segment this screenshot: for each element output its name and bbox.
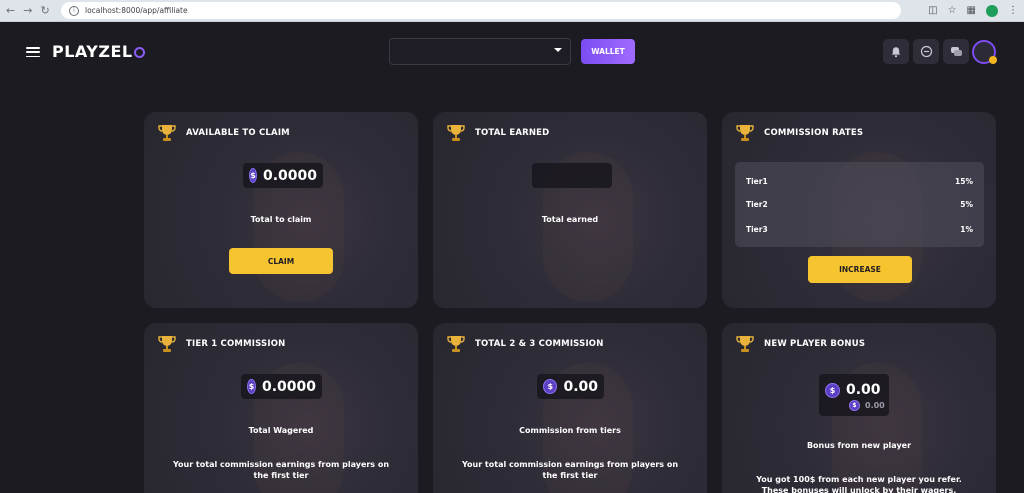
earned-caption: Total earned bbox=[541, 215, 599, 224]
app-header: PLAYZEL WALLET bbox=[0, 22, 1024, 82]
trophy-icon bbox=[447, 125, 465, 141]
rate-label: Tier1 bbox=[746, 177, 768, 186]
trophy-icon bbox=[158, 336, 176, 352]
coin-icon: $ bbox=[247, 379, 256, 394]
card-title: TIER 1 COMMISSION bbox=[186, 339, 286, 349]
bonus-amount-box: $ 0.00 $ 0.00 bbox=[819, 374, 889, 416]
card-title: COMMISSION RATES bbox=[764, 128, 864, 138]
coin-icon: $ bbox=[543, 379, 558, 394]
available-to-claim-card: AVAILABLE TO CLAIM $ 0.0000 Total to cla… bbox=[144, 112, 418, 308]
bonus-description: You got 100$ from each new player you re… bbox=[756, 475, 962, 493]
tier23-commission-card: TOTAL 2 & 3 COMMISSION $ 0.00 Commission… bbox=[433, 323, 707, 493]
tier23-description: Your total commission earnings from play… bbox=[461, 460, 679, 480]
chat-bubble-icon bbox=[920, 45, 932, 58]
tier1-amount-box: $ 0.0000 bbox=[241, 374, 322, 399]
bell-icon bbox=[891, 46, 901, 57]
back-arrow-icon[interactable]: ← bbox=[6, 4, 15, 17]
card-title: TOTAL EARNED bbox=[475, 128, 550, 138]
avatar[interactable] bbox=[972, 40, 997, 64]
bonus-main-amount: $ 0.00 bbox=[825, 382, 881, 398]
tier1-amount: 0.0000 bbox=[261, 378, 316, 395]
translate-icon[interactable]: ◫ bbox=[928, 5, 937, 16]
menu-dots-icon[interactable]: ⋮ bbox=[1008, 5, 1018, 16]
earned-amount-box bbox=[532, 163, 612, 188]
profile-icon[interactable] bbox=[986, 4, 998, 17]
trophy-icon bbox=[447, 336, 465, 352]
currency-select[interactable] bbox=[389, 38, 571, 65]
brand-logo[interactable]: PLAYZEL bbox=[52, 42, 145, 61]
reload-icon[interactable]: ↻ bbox=[40, 4, 49, 17]
star-icon[interactable]: ☆ bbox=[948, 5, 957, 16]
browser-toolbar: ◫ ☆ ▦ ⋮ bbox=[928, 4, 1018, 17]
brand-logo-text: PLAYZEL bbox=[52, 42, 133, 61]
tier23-amount-box: $ 0.00 bbox=[537, 374, 604, 399]
commission-rates-card: COMMISSION RATES Tier1 15% Tier2 5% Tier… bbox=[722, 112, 996, 308]
messages-icon bbox=[950, 47, 962, 56]
rate-row-tier1: Tier1 15% bbox=[746, 177, 973, 186]
bonus-locked-amount: 0.00 bbox=[865, 401, 885, 410]
forward-arrow-icon[interactable]: → bbox=[23, 4, 32, 17]
claim-amount-box: $ 0.0000 bbox=[243, 163, 323, 188]
coin-icon: $ bbox=[249, 168, 257, 183]
bonus-caption: Bonus from new player bbox=[806, 441, 912, 450]
site-info-icon[interactable]: i bbox=[69, 5, 79, 16]
commission-rates-table: Tier1 15% Tier2 5% Tier3 1% bbox=[735, 162, 984, 247]
rate-value: 5% bbox=[960, 200, 973, 209]
browser-chrome: ← → ↻ i localhost:8000/app/affiliate ◫ ☆… bbox=[0, 0, 1024, 22]
rate-label: Tier2 bbox=[746, 200, 768, 209]
logo-mark-icon bbox=[133, 47, 145, 58]
claim-amount: 0.0000 bbox=[262, 167, 317, 184]
browser-nav: ← → ↻ bbox=[6, 4, 61, 17]
address-bar-url: localhost:8000/app/affiliate bbox=[85, 6, 188, 15]
messages-button[interactable] bbox=[943, 39, 969, 64]
rate-label: Tier3 bbox=[746, 225, 768, 234]
card-title: TOTAL 2 & 3 COMMISSION bbox=[475, 339, 604, 349]
total-earned-card: TOTAL EARNED Total earned bbox=[433, 112, 707, 308]
tier1-commission-card: TIER 1 COMMISSION $ 0.0000 Total Wagered… bbox=[144, 323, 418, 493]
coin-icon: $ bbox=[825, 382, 840, 398]
rate-value: 15% bbox=[955, 177, 973, 186]
claim-caption: Total to claim bbox=[250, 215, 312, 224]
hamburger-menu-icon[interactable] bbox=[26, 47, 40, 57]
card-title: NEW PLAYER BONUS bbox=[764, 339, 866, 349]
rate-row-tier3: Tier3 1% bbox=[746, 225, 973, 234]
new-player-bonus-card: NEW PLAYER BONUS $ 0.00 $ 0.00 Bonus fro… bbox=[722, 323, 996, 493]
increase-button[interactable]: INCREASE bbox=[808, 256, 912, 283]
chat-button[interactable] bbox=[913, 39, 939, 64]
bonus-amount: 0.00 bbox=[846, 382, 881, 398]
avatar-badge bbox=[989, 56, 997, 64]
rate-row-tier2: Tier2 5% bbox=[746, 200, 973, 209]
extensions-icon[interactable]: ▦ bbox=[967, 5, 976, 16]
rate-value: 1% bbox=[960, 225, 973, 234]
address-bar[interactable]: i localhost:8000/app/affiliate bbox=[61, 2, 901, 19]
wallet-button[interactable]: WALLET bbox=[581, 39, 635, 64]
claim-button[interactable]: CLAIM bbox=[229, 248, 333, 274]
coin-icon: $ bbox=[849, 400, 860, 411]
card-title: AVAILABLE TO CLAIM bbox=[186, 128, 290, 138]
notifications-button[interactable] bbox=[883, 39, 909, 64]
bonus-sub-amount: $ 0.00 bbox=[825, 400, 885, 411]
tier23-caption: Commission from tiers bbox=[519, 426, 621, 435]
trophy-icon bbox=[736, 125, 754, 141]
tier1-description: Your total commission earnings from play… bbox=[172, 460, 390, 480]
trophy-icon bbox=[736, 336, 754, 352]
tier1-caption: Total Wagered bbox=[248, 426, 314, 435]
tier23-amount: 0.00 bbox=[563, 378, 598, 395]
trophy-icon bbox=[158, 125, 176, 141]
chevron-down-icon bbox=[554, 48, 562, 52]
